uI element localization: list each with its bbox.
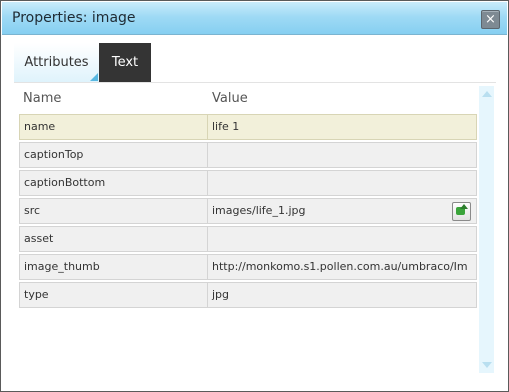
property-value-cell[interactable]: jpg: [207, 282, 477, 308]
table-row[interactable]: captionBottom: [19, 170, 477, 198]
property-value-cell[interactable]: [207, 226, 477, 252]
properties-dialog: Properties: image × Attributes Text Name…: [0, 0, 509, 392]
property-name-cell[interactable]: image_thumb: [19, 254, 208, 280]
browse-file-arrow: [460, 204, 468, 209]
properties-grid: name life 1 captionTop captionBottom src…: [19, 114, 477, 310]
property-value-text: images/life_1.jpg: [212, 204, 306, 217]
table-row[interactable]: image_thumb http://monkomo.s1.pollen.com…: [19, 254, 477, 282]
dialog-title: Properties: image: [12, 10, 136, 26]
property-name-cell[interactable]: name: [19, 114, 208, 140]
table-header: Name Value: [14, 83, 472, 113]
property-name-cell[interactable]: captionTop: [19, 142, 208, 168]
table-row[interactable]: name life 1: [19, 114, 477, 142]
property-value-cell[interactable]: life 1: [207, 114, 477, 140]
scroll-down-arrow-icon[interactable]: [482, 362, 492, 368]
property-value-cell[interactable]: [207, 170, 477, 196]
property-value-cell[interactable]: images/life_1.jpg: [207, 198, 477, 224]
table-row[interactable]: asset: [19, 226, 477, 254]
properties-panel: Name Value name life 1 captionTop captio…: [14, 82, 496, 378]
tab-attributes-label: Attributes: [24, 55, 89, 70]
tab-attributes[interactable]: Attributes: [14, 43, 99, 82]
column-header-name: Name: [23, 91, 62, 106]
tab-text-label: Text: [111, 55, 139, 70]
property-value-cell[interactable]: http://monkomo.s1.pollen.com.au/umbraco/…: [207, 254, 477, 280]
browse-file-icon[interactable]: [452, 202, 471, 221]
tab-text[interactable]: Text: [99, 43, 151, 82]
property-name-cell[interactable]: captionBottom: [19, 170, 208, 196]
table-row[interactable]: captionTop: [19, 142, 477, 170]
corner-indicator-icon: [90, 73, 98, 81]
vertical-scrollbar[interactable]: [479, 86, 494, 373]
title-bar[interactable]: Properties: image ×: [2, 2, 507, 35]
property-name-cell[interactable]: src: [19, 198, 208, 224]
column-header-value: Value: [212, 91, 248, 106]
property-name-cell[interactable]: asset: [19, 226, 208, 252]
property-name-cell[interactable]: type: [19, 282, 208, 308]
table-row[interactable]: type jpg: [19, 282, 477, 310]
close-icon[interactable]: ×: [481, 10, 500, 29]
table-row[interactable]: src images/life_1.jpg: [19, 198, 477, 226]
scroll-up-arrow-icon[interactable]: [482, 91, 492, 97]
property-value-cell[interactable]: [207, 142, 477, 168]
